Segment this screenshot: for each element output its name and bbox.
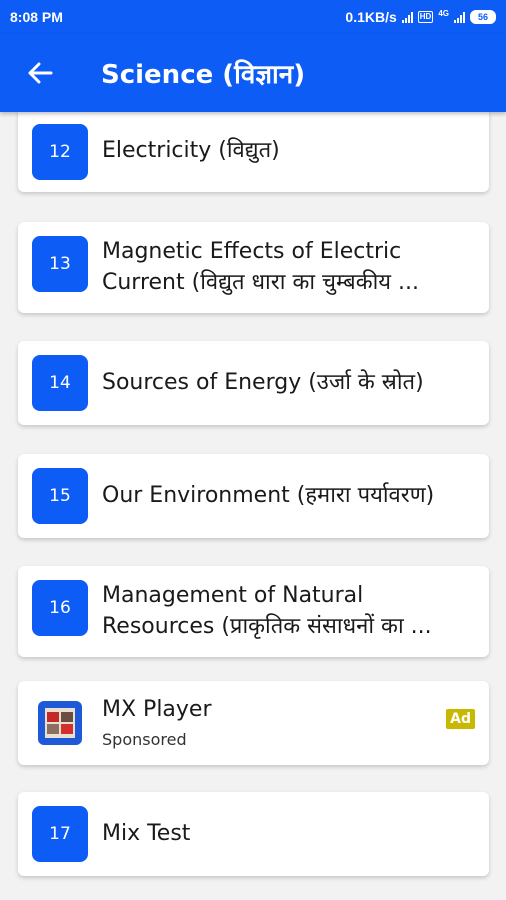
chapter-title: Our Environment (हमारा पर्यावरण)	[102, 483, 435, 508]
mix-test-title: Mix Test	[102, 821, 191, 846]
ad-sponsored-label: Sponsored	[102, 730, 187, 749]
chapter-card-15[interactable]: 15 Our Environment (हमारा पर्यावरण)	[18, 454, 489, 538]
chapter-title: Electricity (विद्युत)	[102, 138, 280, 163]
chapter-number-badge: 17	[32, 806, 88, 862]
arrow-left-icon[interactable]	[25, 58, 55, 88]
hd-icon: HD	[417, 11, 434, 23]
signal-icon-2	[454, 11, 465, 23]
status-time: 8:08 PM	[10, 9, 63, 25]
chapter-number-badge: 15	[32, 468, 88, 524]
chapter-number-badge: 13	[32, 236, 88, 292]
chapter-card-16[interactable]: 16 Management of Natural Resources (प्रा…	[18, 566, 489, 657]
chapter-card-13[interactable]: 13 Magnetic Effects of Electric Current …	[18, 222, 489, 313]
chapter-title: Sources of Energy (उर्जा के स्रोत)	[102, 370, 424, 395]
network-type: 4G	[438, 9, 449, 18]
chapter-number-badge: 14	[32, 355, 88, 411]
chapter-number-badge: 12	[32, 124, 88, 180]
chapter-title: Magnetic Effects of Electric Current (वि…	[102, 239, 420, 295]
chapter-card-12[interactable]: 12 Electricity (विद्युत)	[18, 108, 489, 192]
chapter-card-14[interactable]: 14 Sources of Energy (उर्जा के स्रोत)	[18, 341, 489, 425]
status-icons: 0.1KB/s HD 4G 56	[345, 9, 496, 25]
battery-icon: 56	[470, 10, 496, 24]
app-bar: Science (विज्ञान)	[0, 34, 506, 112]
chapter-number-badge: 16	[32, 580, 88, 636]
ad-card[interactable]: MX Player Sponsored Ad	[18, 681, 489, 765]
ad-badge: Ad	[446, 709, 475, 729]
page-title: Science (विज्ञान)	[101, 60, 306, 90]
ad-title: MX Player	[102, 697, 212, 722]
network-speed: 0.1KB/s	[345, 9, 397, 25]
signal-icon	[401, 11, 413, 23]
mix-test-card[interactable]: 17 Mix Test	[18, 792, 489, 876]
status-bar: 8:08 PM 0.1KB/s HD 4G 56	[0, 0, 506, 34]
ad-app-icon	[38, 701, 82, 745]
chapter-title: Management of Natural Resources (प्राकृत…	[102, 583, 432, 639]
